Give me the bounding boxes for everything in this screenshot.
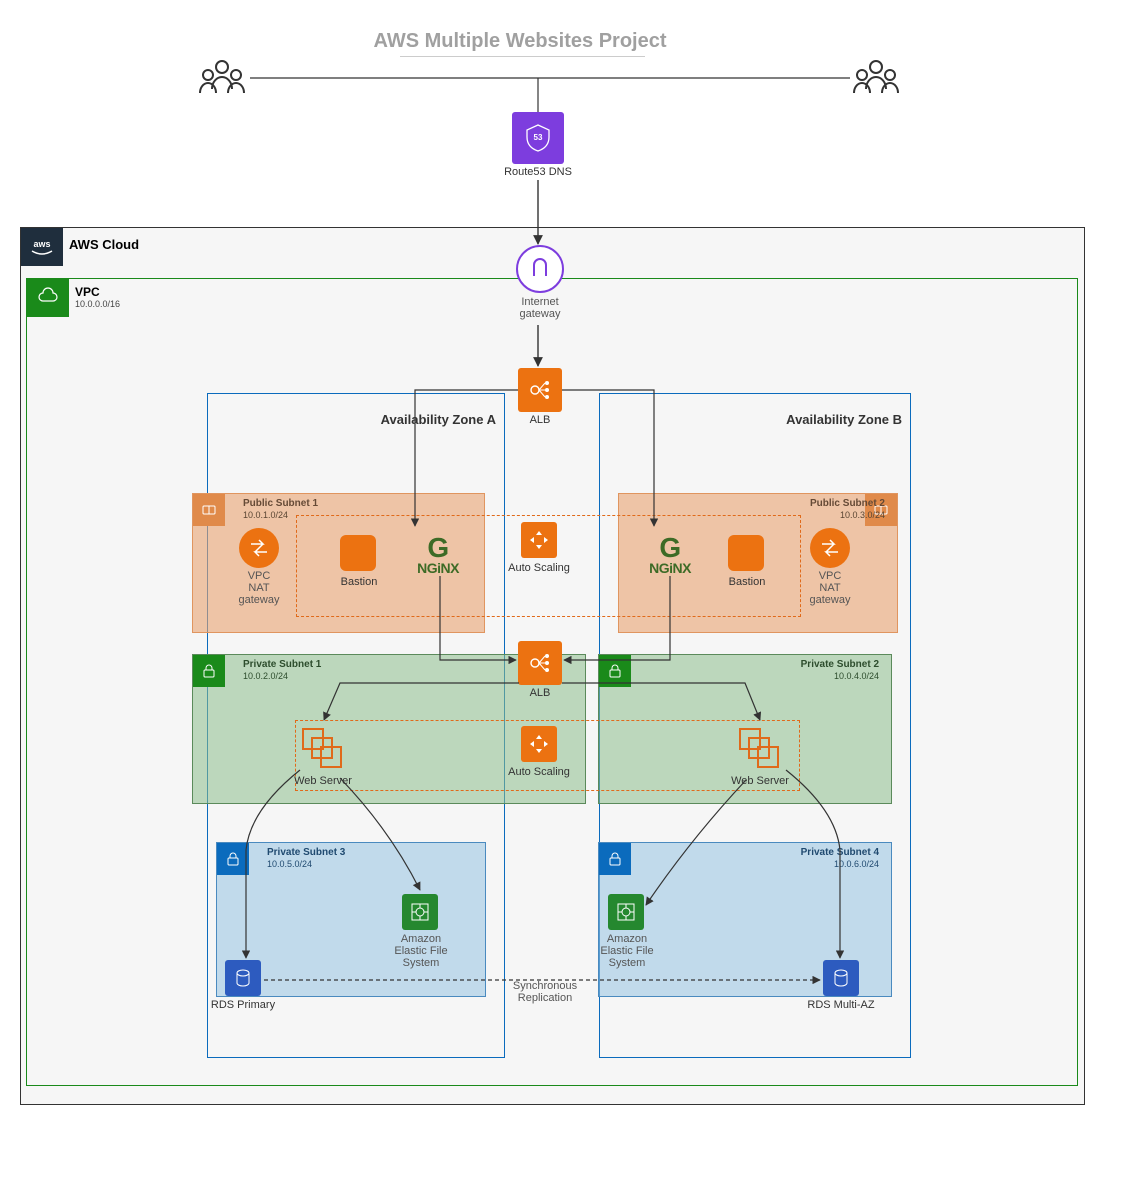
- private-subnet-1-title: Private Subnet 1: [243, 659, 321, 670]
- private-subnet-3-title: Private Subnet 3: [267, 847, 345, 858]
- subnet-icon: [193, 494, 225, 526]
- rds-icon: [830, 967, 852, 989]
- rds-primary-node: [225, 960, 261, 996]
- alb-top-node: [518, 368, 562, 412]
- vpc-cloud-icon: [37, 287, 59, 309]
- web-server-1-label: Web Server: [283, 775, 363, 787]
- efs-2-node: [608, 894, 644, 930]
- diagram-canvas: AWS Multiple Websites Project aws AWS Cl…: [0, 0, 1124, 1192]
- auto-scaling-icon: [528, 733, 550, 755]
- bastion1-label: Bastion: [338, 576, 380, 588]
- nat-gateway-2-node: [810, 528, 850, 568]
- users-left-node: [196, 57, 248, 109]
- title-underline: [400, 56, 645, 57]
- nginx-2-node: GNGiNX: [638, 534, 702, 574]
- private-subnet-2-cidr: 10.0.4.0/24: [834, 671, 879, 681]
- vpc-badge: [27, 279, 69, 317]
- efs-1-node: [402, 894, 438, 930]
- nat-icon: [247, 536, 271, 560]
- svg-text:53: 53: [534, 133, 543, 142]
- public-subnet-2-title: Public Subnet 2: [810, 498, 885, 509]
- subnet-icon: [193, 655, 225, 687]
- internet-gateway-node: [516, 245, 564, 293]
- igw-label: Internet gateway: [498, 296, 582, 320]
- aws-logo-icon: aws: [27, 237, 57, 257]
- bastion-1-node: [340, 535, 376, 571]
- users-icon: [196, 57, 248, 105]
- aws-cloud-label: AWS Cloud: [69, 237, 139, 252]
- az-b-label: Availability Zone B: [786, 412, 902, 427]
- rds-multiaz-node: [823, 960, 859, 996]
- alb-middle-node: [518, 641, 562, 685]
- bastion-2-node: [728, 535, 764, 571]
- private-subnet-4-cidr: 10.0.6.0/24: [834, 859, 879, 869]
- aws-logo-badge: aws: [21, 228, 63, 266]
- private-subnet-1-cidr: 10.0.2.0/24: [243, 671, 288, 681]
- users-right-node: [850, 57, 902, 109]
- alb1-label: ALB: [500, 414, 580, 426]
- web-server-1-node: [302, 728, 346, 772]
- efs1-label: AmazonElastic FileSystem: [382, 933, 460, 969]
- public-subnet-1-cidr: 10.0.1.0/24: [243, 510, 288, 520]
- bastion2-label: Bastion: [726, 576, 768, 588]
- vpc-title: VPC: [75, 285, 100, 299]
- private-subnet-3-cidr: 10.0.5.0/24: [267, 859, 312, 869]
- users-icon: [850, 57, 902, 105]
- internet-gateway-icon: [527, 256, 553, 282]
- auto-scaling-top-node: [521, 522, 557, 558]
- alb-icon: [527, 377, 553, 403]
- diagram-title: AWS Multiple Websites Project: [360, 30, 680, 53]
- route53-node: 53: [512, 112, 564, 164]
- vpc-cidr: 10.0.0.0/16: [75, 299, 120, 309]
- web-server-2-label: Web Server: [720, 775, 800, 787]
- autoscaling2-label: Auto Scaling: [499, 766, 579, 778]
- private-subnet-4-title: Private Subnet 4: [801, 847, 879, 858]
- sync-replication-label: SynchronousReplication: [490, 980, 600, 1004]
- alb2-label: ALB: [500, 687, 580, 699]
- autoscaling1-label: Auto Scaling: [499, 562, 579, 574]
- nat2-label: VPCNATgateway: [792, 570, 868, 606]
- auto-scaling-web-node: [521, 726, 557, 762]
- subnet-icon: [217, 843, 249, 875]
- auto-scaling-icon: [528, 529, 550, 551]
- nat-icon: [818, 536, 842, 560]
- public-subnet-1-title: Public Subnet 1: [243, 498, 318, 509]
- rds-multiaz-label: RDS Multi-AZ: [796, 999, 886, 1011]
- subnet-icon: [599, 843, 631, 875]
- nat1-label: VPCNATgateway: [221, 570, 297, 606]
- subnet-icon: [599, 655, 631, 687]
- rds-primary-label: RDS Primary: [198, 999, 288, 1011]
- nat-gateway-1-node: [239, 528, 279, 568]
- private-subnet-2-title: Private Subnet 2: [801, 659, 879, 670]
- nginx-1-node: GNGiNX: [406, 534, 470, 574]
- efs2-label: AmazonElastic FileSystem: [588, 933, 666, 969]
- rds-icon: [232, 967, 254, 989]
- svg-text:aws: aws: [33, 239, 50, 249]
- alb-icon: [527, 650, 553, 676]
- efs-icon: [409, 901, 431, 923]
- web-server-2-node: [739, 728, 783, 772]
- efs-icon: [615, 901, 637, 923]
- public-subnet-2-cidr: 10.0.3.0/24: [840, 510, 885, 520]
- route53-icon: 53: [523, 123, 553, 153]
- az-a-label: Availability Zone A: [381, 412, 496, 427]
- route53-label: Route53 DNS: [498, 166, 578, 178]
